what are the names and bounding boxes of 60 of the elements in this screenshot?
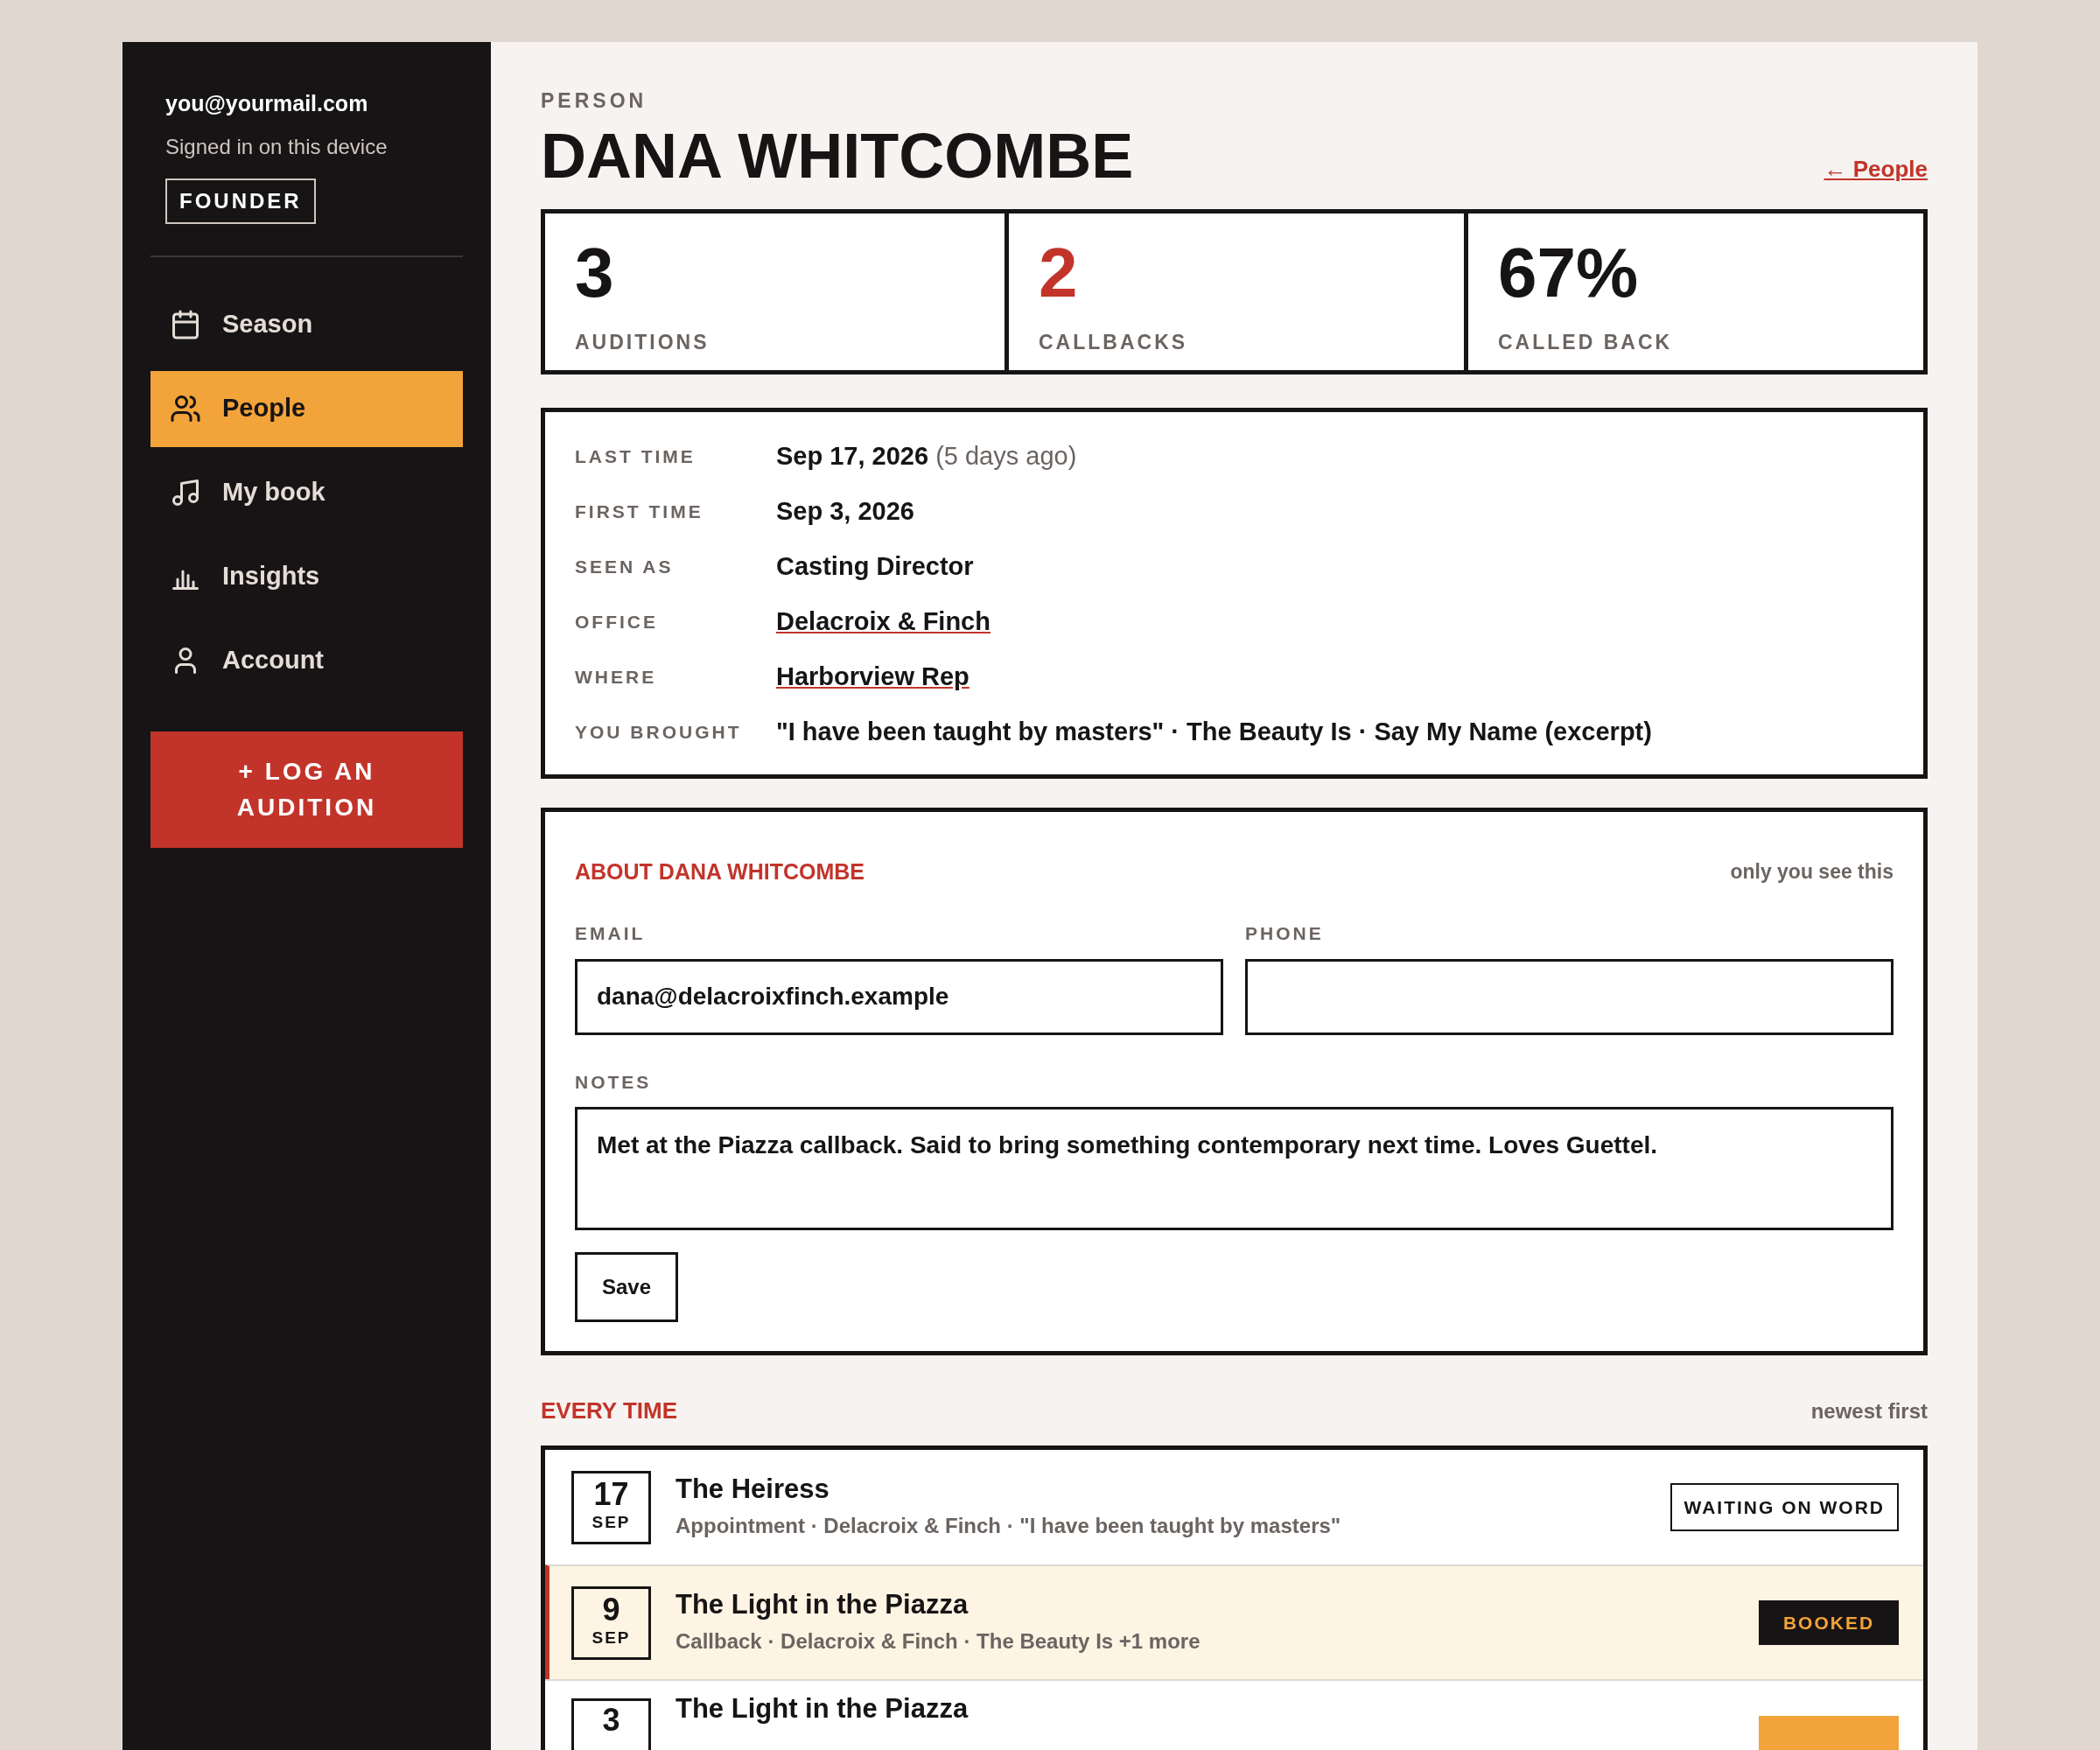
field-label: EMAIL [575,922,647,945]
role-tag: FOUNDER [165,178,316,224]
email-field[interactable]: dana@delacroixfinch.example [575,958,1223,1035]
field-label: NOTES [575,1070,652,1094]
audition-meta: Callback · Delacroix & Finch · The Beauty Is +1 more [676,1628,1201,1655]
sign-in-status: Signed in on this device [165,133,388,160]
date-day: 17 [593,1479,629,1511]
back-link[interactable]: ← People [1824,151,1928,186]
nav-item[interactable]: Account [150,622,463,699]
audition-meta: Appointment · Delacroix & Finch · "I have been taught by masters" [676,1512,1342,1539]
date-day: 9 [602,1594,620,1627]
detail-link[interactable]: Delacroix & Finch [776,603,990,641]
stat-label: AUDITIONS [575,329,710,355]
section-title: ABOUT DANA WHITCOMBE [575,858,864,886]
nav-item[interactable]: People [150,370,463,447]
stat-label: CALLBACKS [1039,329,1189,355]
show-title: The Light in the Piazza [676,1693,970,1725]
nav-item[interactable]: Insights [150,538,463,615]
audition-row[interactable]: 3 The Light in the Piazza [545,1679,1923,1750]
privacy-note: only you see this [1730,859,1894,885]
stat-label: CALLED BACK [1498,329,1674,355]
date-day: 3 [602,1704,620,1736]
notes-field[interactable]: Met at the Piazza callback. Said to bring something contemporary next time. Loves Guettel. [575,1107,1894,1230]
detail-value: Sep 3, 2026 [776,496,914,528]
relative-time: (5 days ago) [935,441,1077,472]
stat-value: 2 [1039,237,1079,308]
nav-item[interactable]: Season [150,286,463,363]
detail-link[interactable]: Harborview Rep [776,658,970,696]
log-audition-button[interactable]: + LOG AN AUDITION [150,731,463,848]
stat-value: 3 [575,237,615,308]
show-title: The Light in the Piazza [676,1588,970,1620]
audition-row[interactable]: 9 SEP The Light in the Piazza Callback · Delacroix & Finch · The Beauty Is +1 more BOOKED [545,1564,1923,1679]
date-month: SEP [592,1512,631,1534]
calendar-icon [170,309,201,340]
detail-value: "I have been taught by masters" · The Beauty Is · Say My Name (excerpt) [776,717,1652,748]
detail-label: YOU BROUGHT [575,721,743,745]
sort-order: newest first [1810,1397,1928,1424]
people-icon [170,393,201,424]
detail-label: WHERE [575,666,658,690]
show-title: The Heiress [676,1473,830,1505]
phone-field[interactable] [1245,958,1894,1035]
account-email: you@yourmail.com [165,90,369,117]
detail-label: FIRST TIME [575,500,704,524]
audition-row[interactable]: 17 SEP The Heiress Appointment · Delacroix & Finch · "I have been taught by masters" WAITING ON WORD [545,1450,1923,1564]
detail-value: Casting Director [776,551,974,583]
stat-value: 67% [1498,237,1640,308]
detail-label: SEEN AS [575,556,675,579]
music-note-icon [170,477,201,508]
date-month: SEP [592,1628,631,1649]
field-label: PHONE [1245,922,1325,945]
detail-label: OFFICE [575,611,659,634]
page-eyebrow: PERSON [541,88,648,114]
person-name: DANA WHITCOMBE [541,119,1134,192]
detail-label: LAST TIME [575,445,696,469]
nav-item[interactable]: My book [150,454,463,531]
status-badge: WAITING ON WORD [1670,1482,1899,1532]
status-badge: BOOKED [1759,1600,1899,1646]
section-title: EVERY TIME [541,1396,678,1425]
detail-value: Sep 17, 2026 [776,441,929,472]
save-button[interactable]: Save [575,1252,678,1322]
